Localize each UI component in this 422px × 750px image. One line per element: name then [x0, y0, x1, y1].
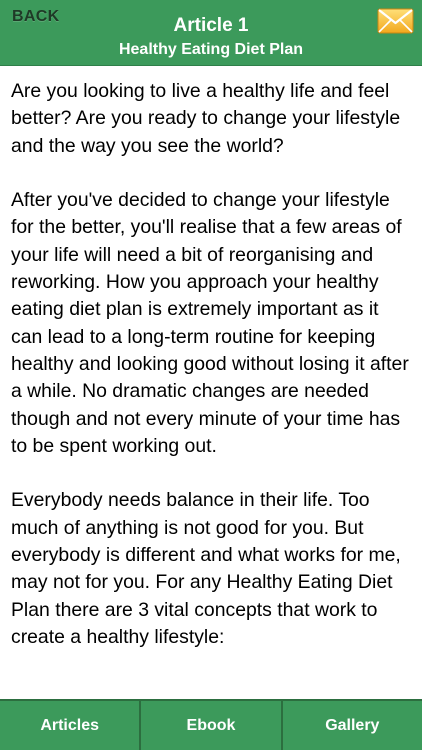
bottom-tab-bar: Articles Ebook Gallery	[0, 699, 422, 750]
mail-button[interactable]	[377, 7, 414, 35]
header-bar: BACK Article 1 Healthy Eating Diet Plan	[0, 0, 422, 66]
tab-gallery[interactable]: Gallery	[283, 701, 422, 750]
page-subtitle: Healthy Eating Diet Plan	[118, 41, 304, 58]
article-paragraph: Are you looking to live a healthy life a…	[11, 80, 401, 157]
article-paragraph: After you've decided to change your life…	[11, 189, 409, 457]
tab-articles[interactable]: Articles	[0, 701, 142, 750]
article-paragraph: Everybody needs balance in their life. T…	[11, 489, 401, 648]
tab-ebook[interactable]: Ebook	[141, 701, 283, 750]
page-title: Article 1	[173, 15, 249, 36]
mail-envelope-icon	[377, 8, 414, 34]
article-body: Are you looking to live a healthy life a…	[11, 78, 411, 698]
